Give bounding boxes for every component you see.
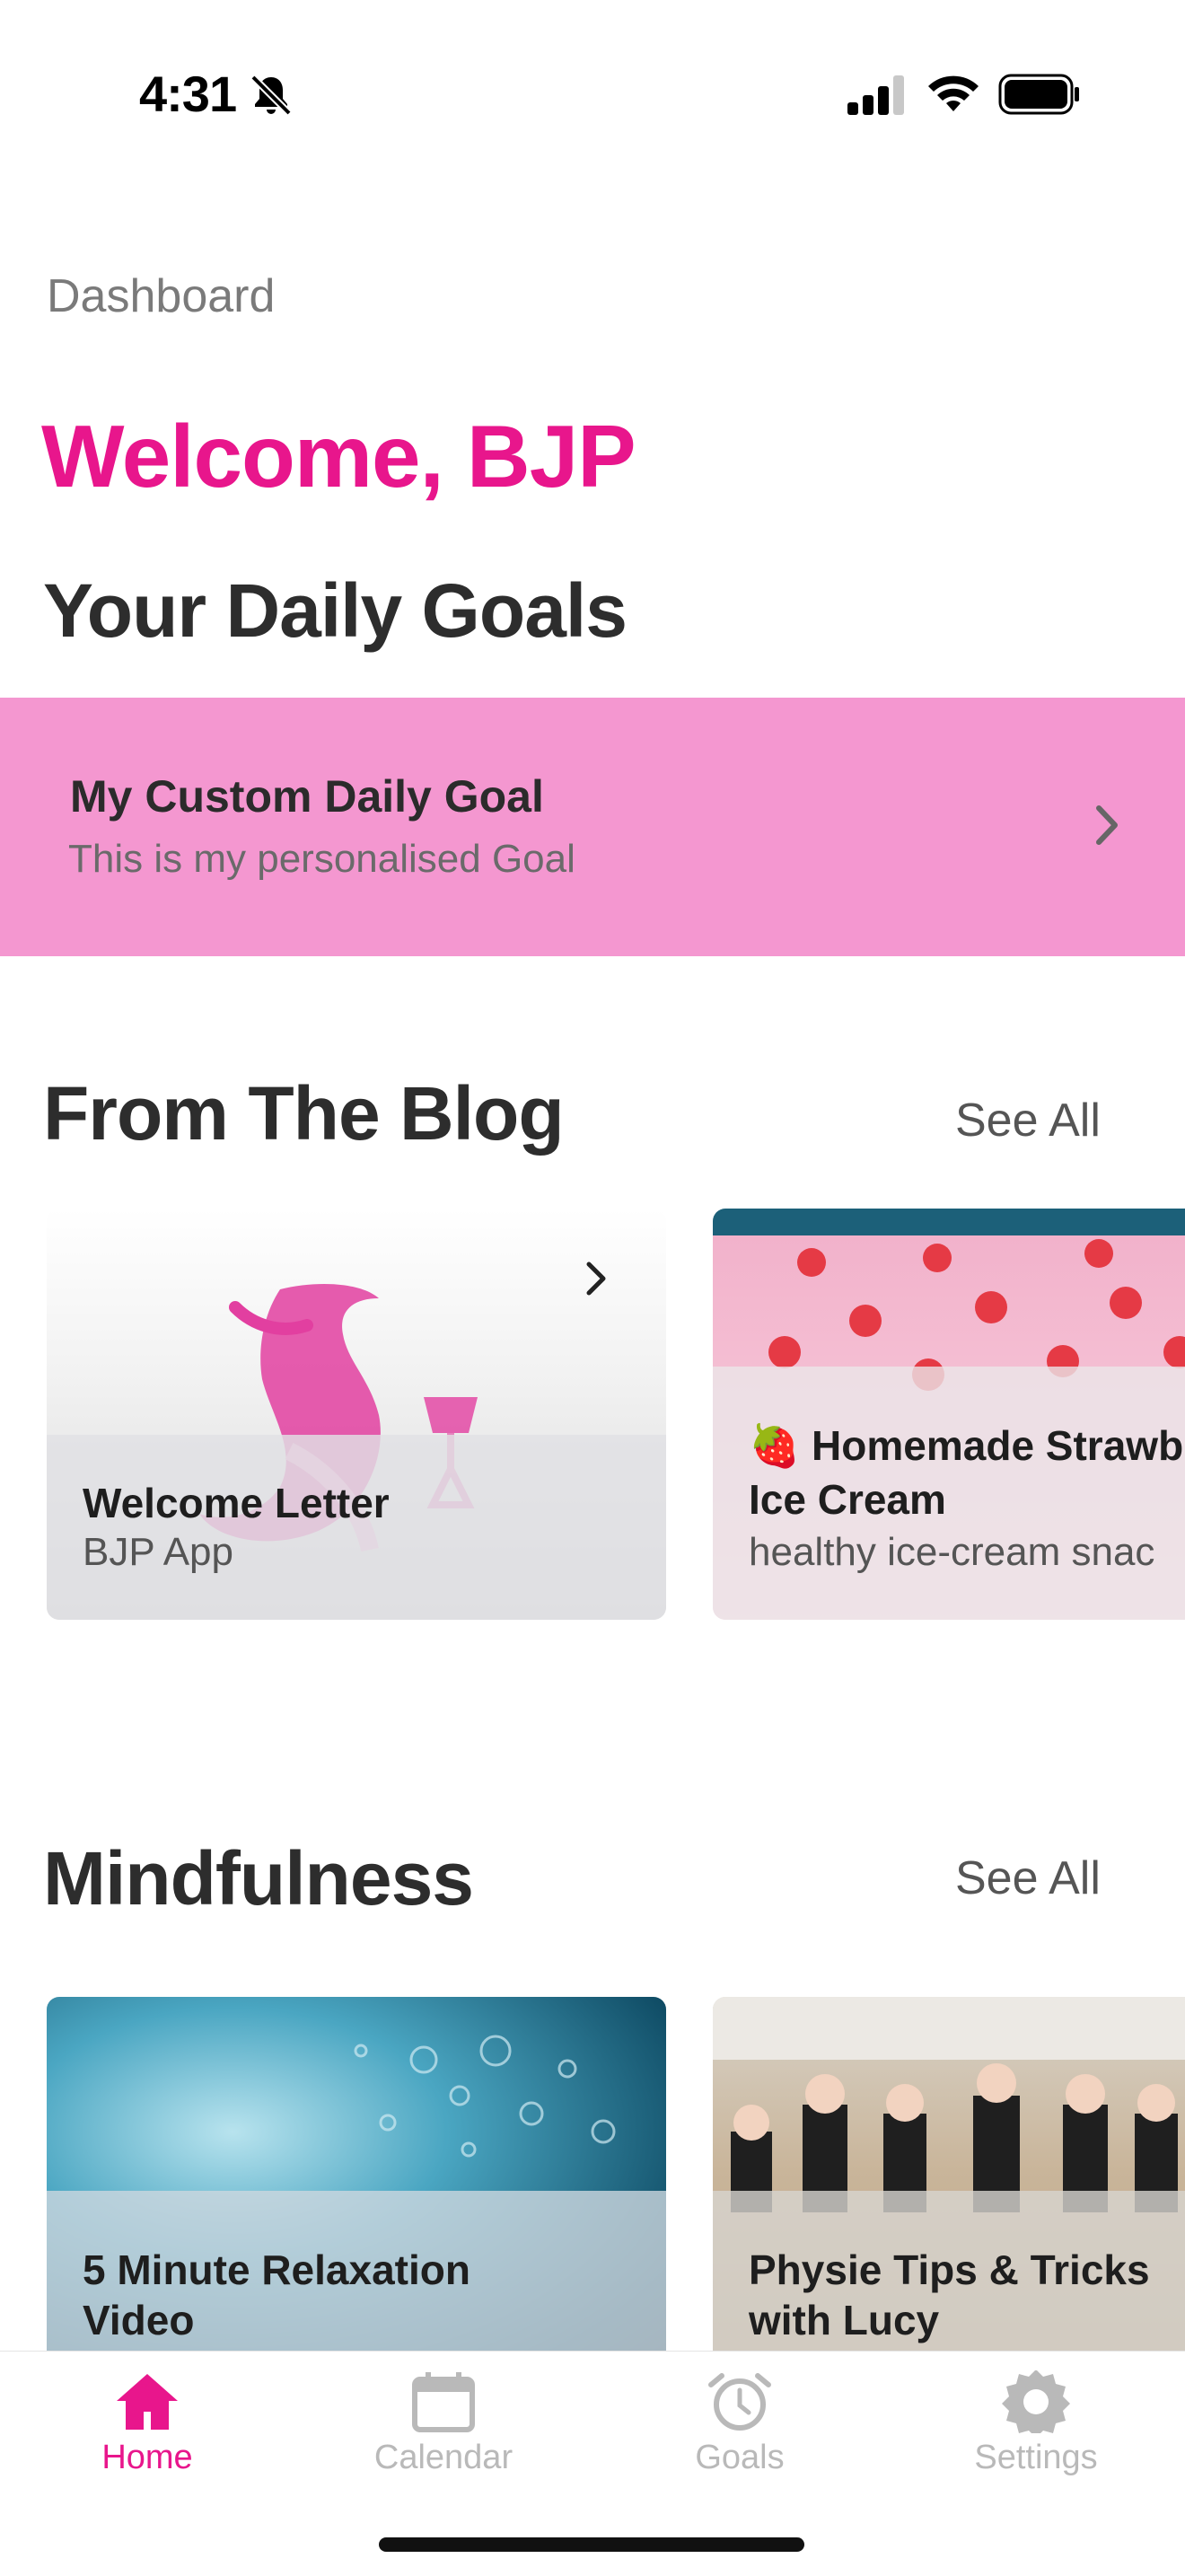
tab-label: Calendar: [373, 2439, 514, 2476]
card-subtitle: healthy ice-cream snac: [749, 1530, 1155, 1574]
chevron-right-icon: [586, 1262, 606, 1296]
tab-goals[interactable]: Goals: [650, 2370, 830, 2477]
blog-card-welcome-letter[interactable]: Welcome Letter BJP App: [47, 1209, 666, 1620]
tab-home[interactable]: Home: [57, 2370, 237, 2477]
card-title-line2: Ice Cream: [749, 1476, 946, 1523]
welcome-title: Welcome, BJP: [41, 407, 636, 506]
dancers-photo-image: [713, 1997, 1185, 2212]
calendar-icon: [412, 2372, 475, 2432]
breadcrumb: Dashboard: [47, 270, 276, 322]
cellular-signal-icon: [847, 75, 904, 115]
status-time: 4:31: [139, 66, 237, 122]
card-title-line2: with Lucy: [749, 2297, 940, 2343]
tab-calendar[interactable]: Calendar: [354, 2370, 533, 2477]
goal-title: My Custom Daily Goal: [70, 771, 544, 822]
card-title-line2: Video: [83, 2297, 195, 2343]
card-title: Welcome Letter: [83, 1480, 390, 1526]
battery-icon: [998, 74, 1079, 115]
blog-card-strawberry-ice-cream[interactable]: 🍓 Homemade Strawb Ice Cream healthy ice-…: [713, 1209, 1185, 1620]
wifi-icon: [928, 75, 979, 111]
mindfulness-card-relaxation-video[interactable]: 5 Minute Relaxation Video: [47, 1997, 666, 2383]
home-icon: [117, 2374, 178, 2430]
blog-heading: From The Blog: [43, 1071, 565, 1156]
blog-see-all-link[interactable]: See All: [955, 1094, 1101, 1147]
goal-subtitle: This is my personalised Goal: [68, 837, 575, 881]
card-subtitle: BJP App: [83, 1530, 233, 1574]
chevron-right-icon: [1096, 805, 1118, 845]
bell-muted-icon: [250, 75, 292, 116]
gear-icon: [1002, 2370, 1070, 2433]
tab-label: Goals: [695, 2439, 785, 2476]
daily-goals-heading: Your Daily Goals: [43, 568, 628, 653]
mindfulness-card-physie-tips[interactable]: Physie Tips & Tricks with Lucy: [713, 1997, 1185, 2383]
mindfulness-see-all-link[interactable]: See All: [955, 1851, 1101, 1905]
alarm-icon: [708, 2373, 771, 2431]
tab-label: Settings: [974, 2439, 1098, 2476]
home-indicator: [379, 2537, 804, 2552]
tab-settings[interactable]: Settings: [946, 2370, 1126, 2477]
daily-goal-card[interactable]: [0, 698, 1185, 956]
bubbles-image: [354, 2035, 616, 2158]
mindfulness-heading: Mindfulness: [43, 1836, 474, 1921]
card-title-line1: 🍓 Homemade Strawb: [749, 1422, 1184, 1469]
card-title-line1: 5 Minute Relaxation: [83, 2246, 470, 2293]
tab-label: Home: [101, 2439, 193, 2476]
card-title-line1: Physie Tips & Tricks: [749, 2246, 1150, 2293]
